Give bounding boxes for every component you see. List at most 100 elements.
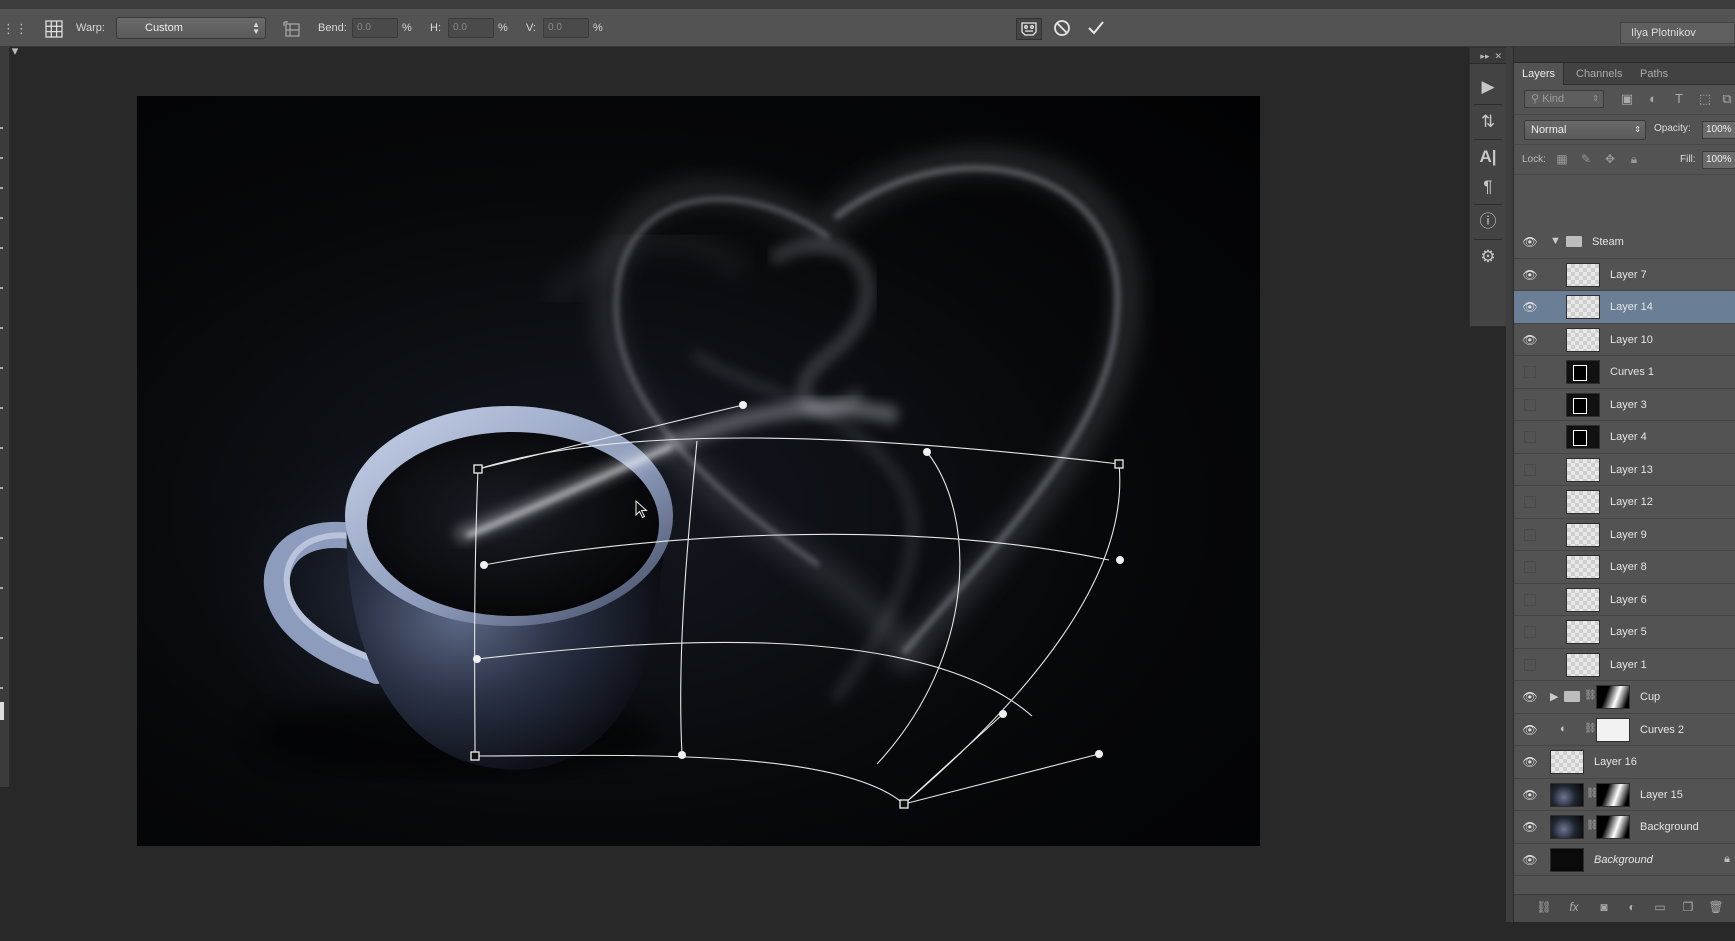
- layer-thumbnail: [1550, 750, 1584, 774]
- warp-label: Warp:: [76, 22, 105, 34]
- layer-row[interactable]: Layer 9: [1514, 518, 1735, 551]
- h-input[interactable]: 0.0: [448, 18, 494, 38]
- visibility-toggle[interactable]: [1524, 626, 1536, 638]
- new-group-icon[interactable]: ▭: [1650, 900, 1670, 914]
- tab-layers[interactable]: Layers: [1514, 63, 1565, 85]
- layer-row[interactable]: 👁︎ Background 🔒︎: [1514, 843, 1735, 876]
- paragraph-icon[interactable]: ¶: [1470, 172, 1506, 202]
- eye-icon[interactable]: 👁︎: [1521, 688, 1539, 706]
- layer-row[interactable]: 👁︎ ⛓ Background: [1514, 811, 1735, 844]
- layer-mask-thumbnail[interactable]: [1596, 815, 1630, 839]
- character-icon[interactable]: A|: [1470, 142, 1506, 172]
- layer-name: Layer 9: [1610, 528, 1647, 541]
- dock-header[interactable]: ▸▸ ✕: [1470, 48, 1506, 64]
- layer-thumbnail: [1566, 587, 1600, 612]
- layer-row[interactable]: Layer 6: [1514, 583, 1735, 616]
- tab-paths[interactable]: Paths: [1632, 63, 1676, 85]
- visibility-toggle[interactable]: [1524, 528, 1536, 541]
- layer-row[interactable]: Layer 1: [1514, 648, 1735, 681]
- tool-marker: [0, 407, 3, 409]
- delete-layer-icon[interactable]: 🗑︎: [1706, 900, 1726, 914]
- layer-row[interactable]: 👁︎ Layer 16: [1514, 746, 1735, 779]
- layer-row[interactable]: 👁︎ ▶ ⛓ Cup: [1514, 681, 1735, 714]
- lock-transparent-icon[interactable]: ▦: [1554, 151, 1570, 167]
- eye-icon[interactable]: 👁︎: [1521, 266, 1539, 284]
- link-icon[interactable]: ⛓: [1584, 723, 1597, 734]
- layer-row[interactable]: Curves 1: [1514, 356, 1735, 389]
- cancel-icon[interactable]: [1051, 18, 1073, 40]
- eye-icon[interactable]: 👁︎: [1521, 233, 1539, 251]
- layer-thumbnail: [1566, 522, 1600, 547]
- smart-object-filter-icon[interactable]: ⧉: [1718, 90, 1735, 108]
- eye-icon[interactable]: 👁︎: [1521, 851, 1539, 869]
- adjustment-filter-icon[interactable]: ◐: [1644, 90, 1662, 108]
- tab-channels[interactable]: Channels: [1568, 63, 1630, 85]
- lock-brush-icon[interactable]: ✎: [1578, 151, 1594, 167]
- lock-all-icon[interactable]: 🔒︎: [1626, 151, 1642, 167]
- visibility-toggle[interactable]: [1524, 593, 1536, 606]
- bend-input[interactable]: 0.0: [352, 18, 398, 38]
- visibility-toggle[interactable]: [1524, 463, 1536, 476]
- eye-icon[interactable]: 👁︎: [1521, 331, 1539, 349]
- opacity-input[interactable]: 100%: [1702, 121, 1735, 139]
- layer-row[interactable]: Layer 3: [1514, 388, 1735, 421]
- warp-style-select[interactable]: Custom ▲ ▼: [116, 17, 266, 39]
- layer-row[interactable]: 👁︎ Layer 14: [1514, 291, 1735, 324]
- visibility-toggle[interactable]: [1524, 398, 1536, 411]
- user-account-button[interactable]: Ilya Plotnikov: [1620, 22, 1735, 44]
- link-layers-icon[interactable]: ⛓: [1534, 900, 1554, 914]
- visibility-toggle[interactable]: [1524, 431, 1536, 443]
- chevron-down-icon[interactable]: ▼: [1550, 235, 1561, 247]
- fill-input[interactable]: 100%: [1702, 151, 1735, 169]
- blend-mode-select[interactable]: Normal ⇕: [1524, 120, 1646, 140]
- layer-row[interactable]: 👁︎ ⛓ Layer 15: [1514, 778, 1735, 811]
- layer-row[interactable]: Layer 5: [1514, 616, 1735, 649]
- eye-icon[interactable]: 👁︎: [1521, 298, 1539, 316]
- layer-row[interactable]: Layer 13: [1514, 453, 1735, 486]
- eye-icon[interactable]: 👁︎: [1521, 786, 1539, 804]
- link-icon[interactable]: ⛓: [1584, 690, 1597, 701]
- eye-icon[interactable]: 👁︎: [1521, 753, 1539, 771]
- layer-row[interactable]: Layer 12: [1514, 486, 1735, 519]
- history-icon[interactable]: ⇅: [1470, 107, 1506, 137]
- type-filter-icon[interactable]: T: [1670, 90, 1688, 108]
- visibility-toggle[interactable]: [1524, 561, 1536, 573]
- shape-filter-icon[interactable]: ⬚: [1696, 90, 1714, 108]
- eye-icon[interactable]: 👁︎: [1521, 721, 1539, 739]
- new-adjustment-icon[interactable]: ◐: [1622, 900, 1642, 914]
- visibility-toggle[interactable]: [1524, 496, 1536, 508]
- info-icon[interactable]: ⓘ: [1470, 207, 1506, 237]
- document-canvas[interactable]: [137, 96, 1260, 846]
- kind-filter-select[interactable]: ⚲ Kind ⇕: [1524, 90, 1604, 108]
- puppet-warp-icon[interactable]: [1016, 18, 1042, 40]
- layer-mask-thumbnail[interactable]: [1596, 685, 1630, 709]
- layer-mask-thumbnail[interactable]: [1596, 782, 1630, 807]
- layer-row[interactable]: Layer 8: [1514, 551, 1735, 584]
- color-swatch[interactable]: [0, 702, 4, 720]
- visibility-toggle[interactable]: [1524, 658, 1536, 671]
- layer-mask-thumbnail[interactable]: [1596, 717, 1630, 742]
- layer-row[interactable]: 👁︎ ◐ ⛓ Curves 2: [1514, 713, 1735, 746]
- layer-name: Layer 1: [1610, 658, 1647, 671]
- v-input[interactable]: 0.0: [543, 18, 589, 38]
- layer-row[interactable]: 👁︎ Layer 7: [1514, 258, 1735, 291]
- warp-orientation-icon[interactable]: [281, 18, 303, 40]
- tool-preset-picker-icon[interactable]: ⋮⋮ ▾: [0, 18, 30, 58]
- fx-icon[interactable]: fx: [1564, 900, 1584, 914]
- visibility-toggle[interactable]: [1524, 366, 1536, 378]
- play-actions-icon[interactable]: ▶: [1470, 72, 1506, 102]
- pixel-filter-icon[interactable]: ▣: [1618, 90, 1636, 108]
- grid-icon[interactable]: [42, 18, 66, 40]
- layer-thumbnail: [1566, 457, 1600, 482]
- eye-icon[interactable]: 👁︎: [1521, 818, 1539, 836]
- checkmark-icon[interactable]: [1085, 18, 1107, 40]
- layer-row[interactable]: Layer 4: [1514, 421, 1735, 454]
- lock-position-icon[interactable]: ✥: [1602, 151, 1618, 167]
- properties-icon[interactable]: ⚙: [1470, 242, 1506, 272]
- chevron-right-icon[interactable]: ▶: [1550, 690, 1558, 703]
- layer-row[interactable]: 👁︎ ▼ Steam: [1514, 226, 1735, 259]
- layer-thumbnail: [1566, 620, 1600, 644]
- layer-row[interactable]: 👁︎ Layer 10: [1514, 323, 1735, 356]
- new-layer-icon[interactable]: ❐: [1678, 900, 1698, 914]
- add-mask-icon[interactable]: ◙: [1594, 900, 1614, 914]
